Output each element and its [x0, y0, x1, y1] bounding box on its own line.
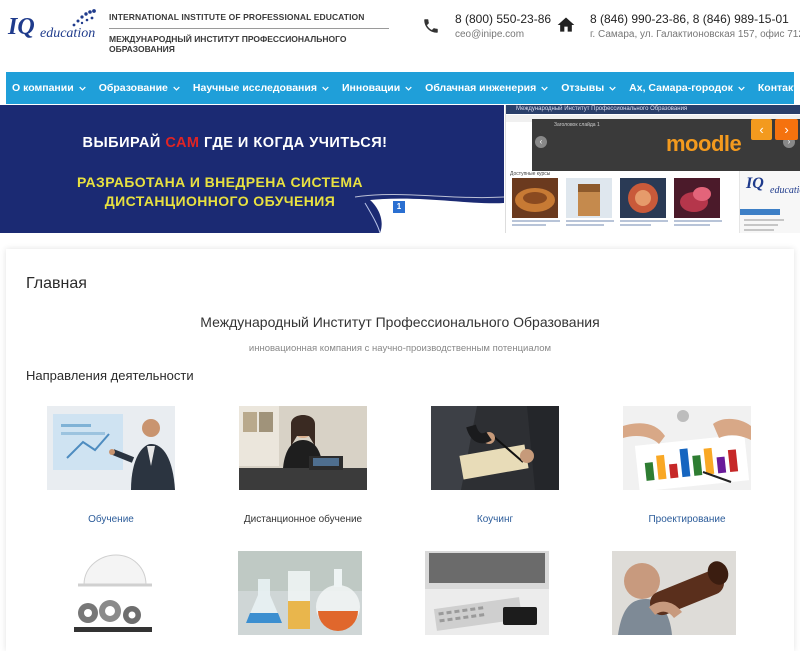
direction-link-training[interactable]: Обучение — [21, 514, 201, 525]
nav-item-label: Образование — [98, 82, 168, 94]
screenshot-title: Международный Институт Профессионального… — [516, 106, 688, 112]
logo-dots-icon — [72, 9, 96, 27]
institute-name: INTERNATIONAL INSTITUTE OF PROFESSIONAL … — [109, 12, 389, 54]
site-header: IQ education INTERNATIONAL INSTITUTE OF … — [0, 0, 800, 70]
direction-image-laboratory[interactable] — [238, 551, 362, 635]
direction-image-analytics[interactable] — [425, 551, 549, 635]
screenshot-titlebar: Международный Институт Профессионального… — [506, 105, 800, 114]
direction-image-distance-learning[interactable] — [239, 406, 367, 490]
direction-link-design[interactable]: Проектирование — [597, 514, 777, 525]
direction-image-training[interactable] — [47, 406, 175, 490]
site-logo[interactable]: IQ education — [6, 8, 102, 48]
nav-item-reviews[interactable]: Отзывы — [561, 82, 616, 94]
sidebar-line — [744, 224, 778, 226]
local-phones[interactable]: 8 (846) 990-23-86, 8 (846) 989-15-01 — [590, 12, 789, 26]
sidebar-logo-edu: education — [770, 185, 800, 196]
direction-image-coaching[interactable] — [431, 406, 559, 490]
nav-item-innovations[interactable]: Инновации — [342, 82, 412, 94]
logo-iq-text: IQ — [8, 14, 35, 40]
org-title: Международный Институт Профессионального… — [200, 314, 600, 330]
nav-item-samara[interactable]: Ах, Самара-городок — [629, 82, 745, 94]
hero-headline: ВЫБИРАЙ САМ ГДЕ И КОГДА УЧИТЬСЯ! — [0, 135, 470, 151]
chevron-down-icon — [322, 86, 329, 91]
nav-item-label: Отзывы — [561, 82, 605, 94]
nav-item-label: О компании — [12, 82, 74, 94]
sidebar-line — [744, 229, 774, 231]
course-caption-3 — [620, 220, 668, 232]
hero-headline-a: ВЫБИРАЙ — [82, 135, 166, 151]
chevron-down-icon — [541, 86, 548, 91]
hero-headline-b: ГДЕ И КОГДА УЧИТЬСЯ! — [199, 135, 388, 151]
nav-item-label: Инновации — [341, 82, 401, 94]
course-thumb-2 — [566, 178, 612, 218]
email-link[interactable]: ceo@inipe.com — [455, 29, 524, 40]
nav-item-education[interactable]: Образование — [99, 82, 180, 94]
direction-image-equipment[interactable] — [72, 551, 154, 635]
moodle-screenshot: Международный Институт Профессионального… — [505, 105, 800, 233]
screenshot-courses-label: Доступные курсы — [510, 171, 551, 177]
nav-item-cloud-engineering[interactable]: Облачная инженерия — [425, 82, 548, 94]
sidebar-logo-iq: IQ — [746, 175, 764, 192]
course-thumb-1 — [512, 178, 558, 218]
chevron-down-icon — [609, 86, 616, 91]
chevron-down-icon — [738, 86, 745, 91]
course-caption-1 — [512, 220, 560, 232]
nav-item-label: Контакты — [757, 82, 800, 94]
nav-item-label: Научные исследования — [192, 82, 317, 94]
nav-item-contacts[interactable]: Контакты — [758, 82, 800, 94]
course-caption-2 — [566, 220, 614, 232]
sidebar-line — [744, 219, 784, 221]
phone-number[interactable]: 8 (800) 550-23-86 — [455, 12, 551, 26]
direction-link-distance-learning[interactable]: Дистанционное обучение — [213, 514, 393, 525]
hero-subheadline-line2: ДИСТАНЦИОННОГО ОБУЧЕНИЯ — [104, 193, 336, 209]
hero-subheadline: РАЗРАБОТАНА И ВНЕДРЕНА СИСТЕМА ДИСТАНЦИО… — [0, 173, 440, 211]
hero-slide[interactable]: ВЫБИРАЙ САМ ГДЕ И КОГДА УЧИТЬСЯ! РАЗРАБО… — [0, 105, 504, 233]
course-thumb-4 — [674, 178, 720, 218]
direction-image-materials[interactable] — [612, 551, 736, 635]
phone-icon — [424, 19, 438, 33]
main-nav: О компании Образование Научные исследова… — [6, 72, 800, 104]
chevron-down-icon — [405, 86, 412, 91]
direction-link-coaching[interactable]: Коучинг — [405, 514, 585, 525]
institute-name-ru: МЕЖДУНАРОДНЫЙ ИНСТИТУТ ПРОФЕССИОНАЛЬНОГО… — [109, 34, 347, 54]
screenshot-banner-caption: Заголовок слайда 1 — [554, 122, 600, 128]
hero-subheadline-line1: РАЗРАБОТАНА И ВНЕДРЕНА СИСТЕМА — [77, 174, 363, 190]
chevron-down-icon — [78, 86, 86, 91]
moodle-logo: moodle — [666, 131, 742, 156]
screenshot-sidebar: IQ education — [739, 171, 800, 233]
institute-name-en: INTERNATIONAL INSTITUTE OF PROFESSIONAL … — [109, 12, 389, 29]
nav-item-label: Ах, Самара-городок — [629, 82, 733, 94]
hero-headline-red: САМ — [165, 135, 200, 151]
screenshot-prev-icon: ‹ — [535, 136, 547, 148]
page-title: Главная — [26, 275, 87, 292]
home-icon — [557, 17, 575, 32]
direction-image-design[interactable] — [623, 406, 751, 490]
address-text: г. Самара, ул. Галактионовская 157, офис… — [590, 29, 800, 40]
course-caption-4 — [674, 220, 722, 232]
slide-number-badge[interactable]: 1 — [393, 201, 405, 213]
org-subtitle: инновационная компания с научно-производ… — [248, 343, 552, 354]
nav-item-label: Облачная инженерия — [425, 82, 537, 94]
chevron-down-icon — [173, 86, 180, 91]
hero-background — [0, 105, 504, 233]
course-thumb-3 — [620, 178, 666, 218]
sidebar-button — [740, 209, 780, 215]
carousel-next-button[interactable]: › — [775, 119, 798, 140]
directions-title: Направления деятельности — [26, 368, 194, 383]
nav-item-research[interactable]: Научные исследования — [193, 82, 329, 94]
nav-item-about[interactable]: О компании — [12, 82, 86, 94]
carousel-prev-button[interactable]: ‹ — [751, 119, 772, 140]
